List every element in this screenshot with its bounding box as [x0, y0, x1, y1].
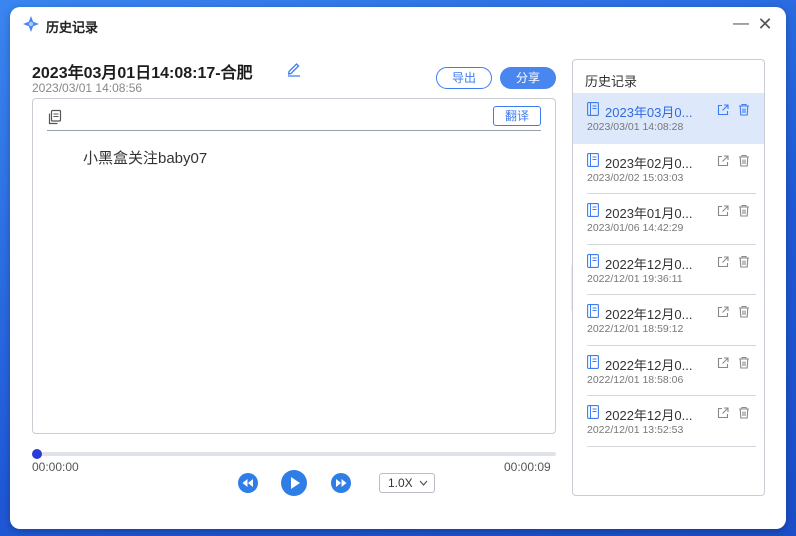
history-item-date: 2022/12/01 19:36:11	[587, 272, 683, 285]
history-item-title: 2023年03月0...	[605, 105, 693, 120]
history-list: 2023年03月0... 2023/03/01 14:08:28 2023年02月0…	[573, 93, 764, 447]
watermark-logo-icon	[697, 498, 719, 521]
history-item-title: 2022年12月0...	[605, 357, 693, 373]
trash-icon[interactable]	[738, 356, 750, 369]
rewind-icon	[242, 479, 253, 487]
open-external-icon[interactable]	[717, 255, 729, 268]
trash-icon[interactable]	[738, 305, 750, 318]
document-icon	[587, 405, 599, 419]
trash-icon[interactable]	[738, 255, 750, 268]
open-external-icon[interactable]	[717, 356, 729, 369]
document-icon	[587, 152, 599, 167]
document-icon	[587, 304, 599, 318]
total-time: 00:00:09	[504, 460, 551, 474]
trash-icon[interactable]	[738, 103, 750, 116]
history-item[interactable]: 2022年12月0... 2022/12/01 19:36:11	[573, 245, 764, 295]
history-item[interactable]: 2022年12月0... 2022/12/01 18:58:06	[573, 346, 764, 396]
chevron-down-icon	[419, 480, 428, 486]
trash-icon[interactable]	[738, 154, 750, 167]
copy-icon[interactable]	[47, 109, 63, 125]
history-item[interactable]: 2023年01月0... 2023/01/06 14:42:29	[573, 194, 764, 245]
document-icon	[587, 102, 599, 116]
current-time: 00:00:00	[32, 460, 79, 474]
progress-bar[interactable]	[34, 452, 556, 456]
history-item-date: 2022/12/01 18:59:12	[587, 323, 684, 335]
fast-forward-icon	[336, 479, 347, 487]
history-sidebar: 历史记录 2023年03月0... 2023/03/01 14:08:28 2023…	[572, 59, 765, 496]
playback-speed-select[interactable]: 1.0X	[379, 473, 435, 493]
export-button[interactable]: 导出	[436, 67, 492, 89]
edit-icon[interactable]	[285, 59, 303, 77]
history-heading: 历史记录	[585, 74, 638, 89]
record-timestamp: 2023/03/01 14:08:56	[32, 81, 143, 95]
document-icon	[587, 203, 599, 217]
close-button[interactable]: ✕	[756, 15, 774, 33]
transcript-text[interactable]: 小黑盒关注baby07	[83, 147, 207, 168]
translate-button[interactable]: 翻译	[493, 106, 541, 126]
history-item-title: 2022年12月0...	[605, 408, 693, 423]
play-button[interactable]	[281, 470, 307, 496]
history-item-date: 2023/03/01 14:08:28	[587, 121, 684, 133]
history-item-date: 2022/12/01 13:52:53	[587, 424, 684, 436]
document-icon	[587, 253, 599, 268]
history-item-date: 2023/01/06 14:42:29	[587, 222, 684, 234]
open-external-icon[interactable]	[717, 205, 729, 217]
playback-speed-value: 1.0X	[388, 476, 413, 490]
history-item[interactable]: 2022年12月0... 2022/12/01 13:52:53	[573, 396, 764, 447]
trash-icon[interactable]	[738, 204, 750, 217]
history-item[interactable]: 2023年02月0... 2023/02/02 15:03:03	[573, 144, 764, 194]
window-title: 历史记录	[46, 20, 99, 35]
history-window: 历史记录 — ✕ 2023年03月01日14:08:17-合肥 2023/03/…	[10, 7, 786, 529]
app-logo-icon	[23, 16, 39, 32]
history-item-title: 2023年01月0...	[605, 206, 693, 221]
title-bar: 历史记录 — ✕	[10, 7, 786, 41]
open-external-icon[interactable]	[717, 407, 729, 419]
progress-handle[interactable]	[32, 449, 42, 459]
history-item-title: 2023年02月0...	[605, 155, 693, 171]
history-item-date: 2023/02/02 15:03:03	[587, 171, 684, 184]
play-icon	[291, 477, 300, 489]
history-item-title: 2022年12月0...	[605, 307, 693, 322]
history-item-date: 2022/12/01 18:58:06	[587, 373, 684, 386]
share-button[interactable]: 分享	[500, 67, 556, 89]
toolbar-divider	[47, 130, 541, 131]
open-external-icon[interactable]	[717, 306, 729, 318]
trash-icon[interactable]	[738, 406, 750, 419]
open-external-icon[interactable]	[717, 154, 729, 167]
document-icon	[587, 354, 599, 369]
fast-forward-button[interactable]	[331, 473, 351, 493]
history-item-title: 2022年12月0...	[605, 256, 693, 272]
record-title: 2023年03月01日14:08:17-合肥	[32, 65, 253, 82]
open-external-icon[interactable]	[717, 104, 729, 116]
history-item[interactable]: 2022年12月0... 2022/12/01 18:59:12	[573, 295, 764, 346]
watermark: 小黑盒	[697, 497, 774, 522]
item-divider	[587, 445, 756, 447]
history-item[interactable]: 2023年03月0... 2023/03/01 14:08:28	[573, 93, 764, 144]
rewind-button[interactable]	[238, 473, 258, 493]
minimize-button[interactable]: —	[732, 15, 750, 33]
watermark-text: 小黑盒	[723, 502, 774, 521]
transcript-panel: 翻译 小黑盒关注baby07	[32, 98, 556, 434]
